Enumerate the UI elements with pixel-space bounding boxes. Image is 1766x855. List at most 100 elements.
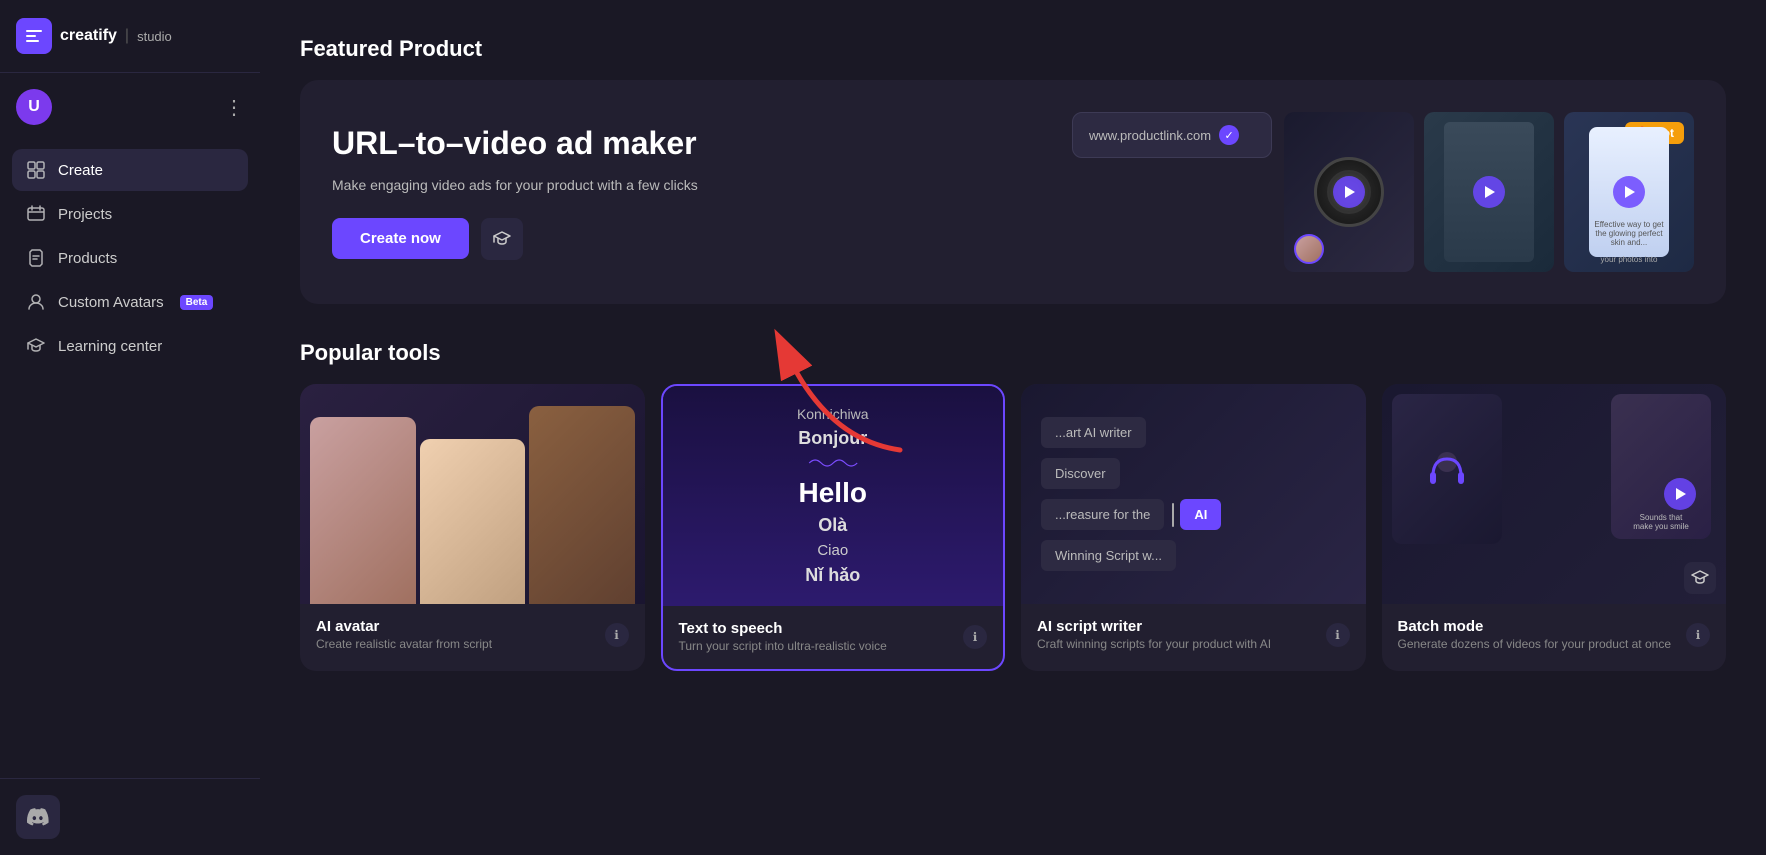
logo-area: creatify | studio — [16, 18, 172, 54]
tool-info-icon[interactable]: ℹ — [1686, 623, 1710, 647]
tool-card-script[interactable]: ...art AI writer Discover ...reasure for… — [1021, 384, 1366, 671]
studio-label: studio — [137, 29, 172, 44]
headphones-person — [1392, 394, 1502, 544]
sidebar-item-label: Projects — [58, 206, 112, 223]
tool-footer-batch: Batch mode Generate dozens of videos for… — [1382, 604, 1727, 667]
featured-right: www.productlink.com ✓ — [1072, 112, 1694, 272]
tool-name: AI avatar — [316, 618, 492, 635]
sidebar-item-custom-avatars[interactable]: Custom Avatars Beta — [12, 281, 248, 323]
url-text: www.productlink.com — [1089, 128, 1211, 143]
play-button-3[interactable] — [1613, 176, 1645, 208]
avatar-face — [1294, 234, 1324, 264]
tts-word-konnichiwa: Konnichiwa — [797, 406, 869, 422]
featured-section: Featured Product URL–to–video ad maker M… — [300, 36, 1726, 304]
sidebar-item-label: Custom Avatars — [58, 294, 164, 311]
tool-thumb-batch: Sounds thatmake you smile — [1382, 384, 1727, 604]
video-thumb-watch — [1284, 112, 1414, 272]
graduation-icon — [1684, 562, 1716, 594]
batch-video-thumb: Sounds thatmake you smile — [1611, 394, 1711, 539]
featured-left: URL–to–video ad maker Make engaging vide… — [332, 124, 698, 259]
user-more-icon[interactable]: ⋮ — [224, 95, 244, 120]
create-now-button[interactable]: Create now — [332, 218, 469, 259]
video-thumbnails: 🔥 Hot Effective way to getthe glowing pe… — [1284, 112, 1694, 272]
tool-footer-avatar: AI avatar Create realistic avatar from s… — [300, 604, 645, 667]
sidebar-item-create[interactable]: Create — [12, 149, 248, 191]
sidebar-header: creatify | studio — [0, 0, 260, 73]
sidebar-item-products[interactable]: Products — [12, 237, 248, 279]
sidebar: creatify | studio U ⋮ Create — [0, 0, 260, 855]
tools-grid: AI avatar Create realistic avatar from s… — [300, 384, 1726, 671]
user-row: U ⋮ — [0, 73, 260, 141]
tool-name: Batch mode — [1398, 618, 1672, 635]
batch-play-button[interactable] — [1664, 478, 1696, 510]
tts-wave — [713, 455, 953, 471]
tool-footer-script: AI script writer Craft winning scripts f… — [1021, 604, 1366, 667]
discord-button[interactable] — [16, 795, 60, 839]
nav-list: Create Projects Products — [0, 141, 260, 375]
logo-text: creatify | studio — [60, 27, 172, 45]
avatar-icon — [26, 292, 46, 312]
ai-chip-4: Winning Script w... — [1041, 540, 1176, 571]
ai-chip-highlight: AI — [1180, 499, 1221, 530]
featured-card-desc: Make engaging video ads for your product… — [332, 175, 698, 196]
tool-name: Text to speech — [679, 620, 887, 637]
video-thumb-person — [1424, 112, 1554, 272]
create-icon — [26, 160, 46, 180]
face-col-3 — [529, 406, 635, 604]
learning-icon — [26, 336, 46, 356]
brand-name: creatify — [60, 27, 117, 45]
headphones-icon — [1422, 444, 1472, 494]
ai-chip-3: ...reasure for the — [1041, 499, 1164, 530]
learn-button[interactable] — [481, 218, 523, 260]
tool-info-icon[interactable]: ℹ — [963, 625, 987, 649]
tool-desc: Create realistic avatar from script — [316, 637, 492, 653]
sidebar-item-label: Create — [58, 162, 103, 179]
beta-badge: Beta — [180, 295, 214, 310]
play-button[interactable] — [1333, 176, 1365, 208]
tool-info-icon[interactable]: ℹ — [1326, 623, 1350, 647]
batch-thumb-label: Sounds thatmake you smile — [1619, 513, 1703, 531]
tool-thumb-avatar — [300, 384, 645, 604]
tool-info-icon[interactable]: ℹ — [605, 623, 629, 647]
tts-word-hello: Hello — [799, 477, 867, 509]
popular-title: Popular tools — [300, 340, 1726, 366]
popular-section: Popular tools AI avatar C — [300, 340, 1726, 671]
avatar[interactable]: U — [16, 89, 52, 125]
video-thumb-skincare: 🔥 Hot Effective way to getthe glowing pe… — [1564, 112, 1694, 272]
featured-actions: Create now — [332, 218, 698, 260]
featured-card: URL–to–video ad maker Make engaging vide… — [300, 80, 1726, 304]
thumb-label: your photos into — [1564, 255, 1694, 264]
ai-chip-1: ...art AI writer — [1041, 417, 1146, 448]
tool-card-tts[interactable]: Konnichiwa Bonjour Hello Olà Ciao Nǐ hǎo — [661, 384, 1006, 671]
tool-card-batch[interactable]: ✨ New Sounds thatmake you smi — [1382, 384, 1727, 671]
url-input-mockup: www.productlink.com ✓ — [1072, 112, 1272, 158]
ai-chip-2: Discover — [1041, 458, 1120, 489]
featured-title: Featured Product — [300, 36, 1726, 62]
main-content: Featured Product URL–to–video ad maker M… — [260, 0, 1766, 855]
tool-thumb-script: ...art AI writer Discover ...reasure for… — [1021, 384, 1366, 604]
sidebar-item-learning-center[interactable]: Learning center — [12, 325, 248, 367]
url-check-icon: ✓ — [1219, 125, 1239, 145]
tool-card-ai-avatar[interactable]: AI avatar Create realistic avatar from s… — [300, 384, 645, 671]
tts-word-ola: Olà — [818, 515, 847, 536]
tts-word-bonjour: Bonjour — [798, 428, 867, 449]
products-icon — [26, 248, 46, 268]
face-col-1 — [310, 417, 416, 604]
projects-icon — [26, 204, 46, 224]
tts-word-ciao: Ciao — [817, 542, 848, 559]
cursor-blink — [1172, 503, 1174, 527]
tool-footer-tts: Text to speech Turn your script into ult… — [663, 606, 1004, 669]
tool-name: AI script writer — [1037, 618, 1271, 635]
face-col-2 — [420, 439, 526, 604]
play-button-2[interactable] — [1473, 176, 1505, 208]
tool-desc: Craft winning scripts for your product w… — [1037, 637, 1271, 653]
sidebar-item-projects[interactable]: Projects — [12, 193, 248, 235]
featured-card-title: URL–to–video ad maker — [332, 124, 698, 162]
tool-thumb-tts: Konnichiwa Bonjour Hello Olà Ciao Nǐ hǎo — [663, 386, 1004, 606]
sidebar-item-label: Learning center — [58, 338, 162, 355]
tool-desc: Turn your script into ultra-realistic vo… — [679, 639, 887, 655]
tts-word-nihao: Nǐ hǎo — [805, 565, 860, 586]
sidebar-item-label: Products — [58, 250, 117, 267]
logo-icon — [16, 18, 52, 54]
tool-desc: Generate dozens of videos for your produ… — [1398, 637, 1672, 653]
